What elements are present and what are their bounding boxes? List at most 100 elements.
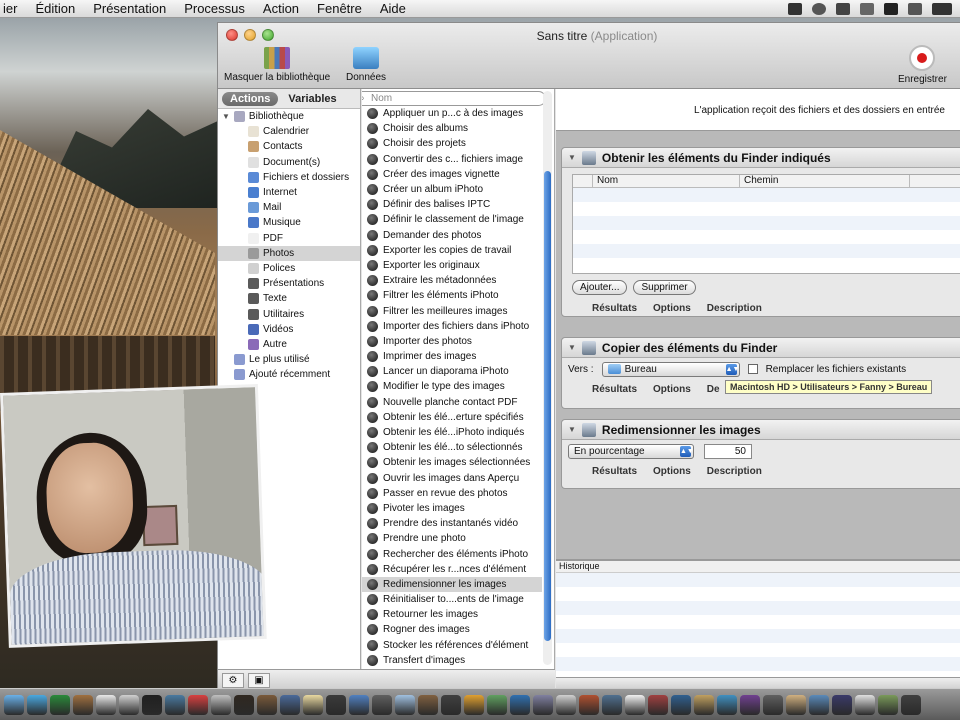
action-item[interactable]: Imprimer des images [362, 349, 542, 364]
search-field[interactable]: ⌕ Nom [362, 91, 546, 106]
remove-button[interactable]: Supprimer [633, 280, 696, 295]
action-item[interactable]: Lancer un diaporama iPhoto [362, 364, 542, 379]
action-item[interactable]: Importer des photos [362, 334, 542, 349]
dock-app-icon[interactable] [901, 694, 921, 715]
action-item[interactable]: Obtenir les élé...erture spécifiés [362, 410, 542, 425]
dock-app-icon[interactable] [234, 694, 254, 715]
dock-app-icon[interactable] [165, 694, 185, 715]
record-button[interactable]: Enregistrer [898, 45, 947, 85]
action-item[interactable]: Filtrer les meilleures images [362, 303, 542, 318]
library-item[interactable]: Autre [218, 337, 360, 352]
action-item[interactable]: Choisir des albums [362, 121, 542, 136]
dock-app-icon[interactable] [671, 694, 691, 715]
action-item[interactable]: Récupérer les r...nces d'élément [362, 562, 542, 577]
gear-icon[interactable]: ⚙ [222, 673, 244, 688]
tab-variables[interactable]: Variables [284, 92, 340, 106]
action-item[interactable]: Redimensionner les images [362, 576, 542, 592]
tab-description[interactable]: Description [707, 303, 762, 314]
menu-view[interactable]: Présentation [84, 1, 175, 16]
dock-app-icon[interactable] [510, 694, 530, 715]
action-item[interactable]: Créer un album iPhoto [362, 182, 542, 197]
dock-app-icon[interactable] [832, 694, 852, 715]
time-machine-icon[interactable] [812, 2, 826, 15]
action-item[interactable]: Transfert d'images [362, 653, 542, 668]
library-item[interactable]: Utilitaires [218, 306, 360, 321]
description-toggle-icon[interactable]: ▣ [248, 673, 270, 688]
action-item[interactable]: Convertir des c... fichiers image [362, 152, 542, 167]
data-button[interactable]: Données [346, 47, 386, 83]
dock-app-icon[interactable] [878, 694, 898, 715]
library-item[interactable]: Musique [218, 215, 360, 230]
action-item[interactable]: Pivoter les images [362, 501, 542, 516]
items-table[interactable]: Nom Chemin [572, 174, 960, 274]
dock-app-icon[interactable] [809, 694, 829, 715]
action-item[interactable]: Modifier le type des images [362, 379, 542, 394]
action-item[interactable]: Ouvrir les images dans Aperçu [362, 471, 542, 486]
menu-window[interactable]: Fenêtre [308, 1, 371, 16]
dock-app-icon[interactable] [533, 694, 553, 715]
tab-results[interactable]: Résultats [592, 384, 637, 395]
action-item[interactable]: Stocker les références d'élément [362, 638, 542, 653]
column-name-header[interactable]: Nom [593, 175, 740, 187]
tab-results[interactable]: Résultats [592, 466, 637, 477]
action-item[interactable]: Exporter les copies de travail [362, 243, 542, 258]
tab-options[interactable]: Options [653, 384, 691, 395]
disclosure-triangle-icon[interactable]: ▼ [222, 112, 230, 121]
tab-description[interactable]: De [707, 384, 720, 395]
library-category[interactable]: Le plus utilisé [218, 352, 360, 367]
dock-app-icon[interactable] [349, 694, 369, 715]
actions-scroll-thumb[interactable] [544, 171, 551, 641]
action-item[interactable]: Filtrer les éléments iPhoto [362, 288, 542, 303]
dock-app-icon[interactable] [188, 694, 208, 715]
library-item[interactable]: Fichiers et dossiers [218, 170, 360, 185]
library-item[interactable]: Contacts [218, 139, 360, 154]
dock-app-icon[interactable] [464, 694, 484, 715]
action-item[interactable]: Choisir des projets [362, 136, 542, 151]
tab-options[interactable]: Options [653, 303, 691, 314]
action-item[interactable]: Définir le classement de l'image [362, 212, 542, 227]
action-item[interactable]: Rechercher des éléments iPhoto [362, 546, 542, 561]
action-item[interactable]: Définir des balises IPTC [362, 197, 542, 212]
actions-scrollbar[interactable] [543, 91, 552, 665]
action-item[interactable]: Extraire les métadonnées [362, 273, 542, 288]
dock-app-icon[interactable] [280, 694, 300, 715]
library-item[interactable]: Document(s) [218, 155, 360, 170]
dock-app-icon[interactable] [119, 694, 139, 715]
battery-icon[interactable] [932, 2, 952, 15]
dock-app-icon[interactable] [142, 694, 162, 715]
dock-app-icon[interactable] [625, 694, 645, 715]
replace-checkbox[interactable] [747, 364, 758, 374]
clock-icon[interactable] [836, 2, 850, 15]
add-button[interactable]: Ajouter... [572, 280, 628, 295]
disclosure-triangle-icon[interactable]: ▼ [568, 343, 576, 352]
dock-app-icon[interactable] [395, 694, 415, 715]
dock-app-icon[interactable] [556, 694, 576, 715]
action-item[interactable]: Rogner des images [362, 622, 542, 637]
action-item[interactable]: Obtenir les images sélectionnées [362, 455, 542, 470]
resize-mode-popup[interactable]: En pourcentage ▲▼ [568, 443, 694, 459]
action-item[interactable]: Demander des photos [362, 228, 542, 243]
dock-app-icon[interactable] [579, 694, 599, 715]
menu-action[interactable]: Action [254, 1, 308, 16]
dock-app-icon[interactable] [96, 694, 116, 715]
dock-app-icon[interactable] [211, 694, 231, 715]
library-item[interactable]: Mail [218, 200, 360, 215]
dock-app-icon[interactable] [73, 694, 93, 715]
action-block-resize-images[interactable]: ▼ Redimensionner les images En pourcenta… [561, 419, 960, 489]
bluetooth-icon[interactable] [860, 2, 874, 15]
dock-app-icon[interactable] [717, 694, 737, 715]
tab-options[interactable]: Options [653, 466, 691, 477]
action-block-copy-finder-items[interactable]: ▼ Copier des éléments du Finder Vers : B… [561, 337, 960, 409]
library-category[interactable]: Ajouté récemment [218, 367, 360, 382]
dock-app-icon[interactable] [763, 694, 783, 715]
menu-edit[interactable]: Édition [26, 1, 84, 16]
disclosure-triangle-icon[interactable]: ▼ [568, 425, 576, 434]
action-item[interactable]: Prendre une photo [362, 531, 542, 546]
tab-actions[interactable]: Actions [222, 91, 279, 106]
dock-app-icon[interactable] [4, 694, 24, 715]
dock-app-icon[interactable] [740, 694, 760, 715]
action-item[interactable]: Obtenir les élé...iPhoto indiqués [362, 425, 542, 440]
dock-app-icon[interactable] [648, 694, 668, 715]
dock-app-icon[interactable] [27, 694, 47, 715]
library-item[interactable]: Polices [218, 261, 360, 276]
